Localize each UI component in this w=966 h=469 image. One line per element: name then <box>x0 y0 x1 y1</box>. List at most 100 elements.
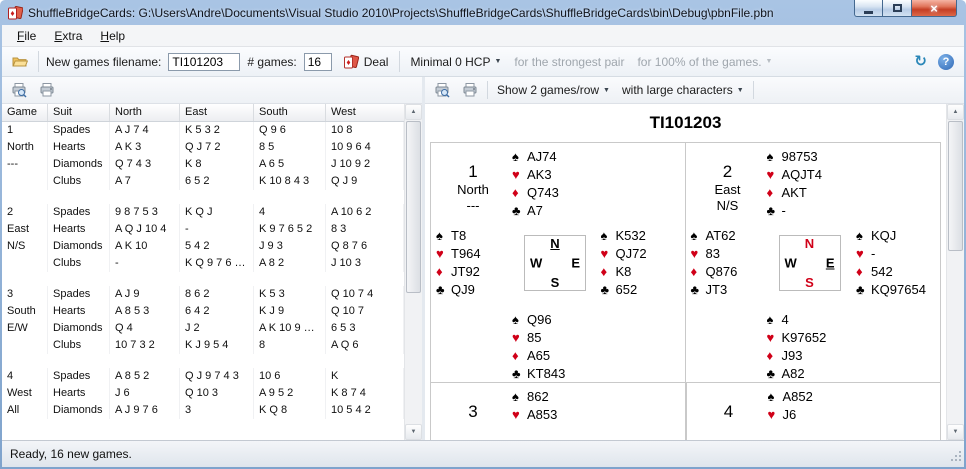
table-cell: 10 8 <box>326 122 404 139</box>
scrollbar-track[interactable] <box>405 120 422 424</box>
column-header-east[interactable]: East <box>180 104 254 121</box>
pair-dropdown-label: for the strongest pair <box>514 55 624 69</box>
spade-suit-icon: ♠ <box>691 227 706 245</box>
table-row[interactable]: AllDiamondsA J 9 7 63K Q 810 5 4 2 <box>2 402 404 419</box>
menu-help[interactable]: Help <box>91 27 134 45</box>
table-row[interactable]: ---DiamondsQ 7 4 3K 8A 6 5J 10 9 2 <box>2 156 404 173</box>
table-cell: North <box>2 139 48 156</box>
deal-button[interactable]: Deal <box>339 51 393 73</box>
column-header-west[interactable]: West <box>326 104 404 121</box>
table-cell: Hearts <box>48 221 110 238</box>
diamond-suit-icon: ♦ <box>767 184 782 202</box>
menu-extra[interactable]: Extra <box>45 27 91 45</box>
table-cell: J 10 9 2 <box>326 156 404 173</box>
open-file-button[interactable] <box>9 52 31 72</box>
toolbar-separator <box>487 81 488 99</box>
diamond-cards: AKT <box>782 185 807 200</box>
table-cell: A 6 5 <box>254 156 326 173</box>
compass-north: N <box>805 236 814 251</box>
club-cards: JT3 <box>706 282 728 297</box>
scrollbar-track[interactable] <box>947 120 964 424</box>
scroll-up-icon[interactable]: ▲ <box>405 104 422 120</box>
column-header-north[interactable]: North <box>110 104 180 121</box>
help-button[interactable]: ? <box>938 54 954 70</box>
table-cell: A 8 5 2 <box>110 368 180 385</box>
game-info: 4 <box>690 385 768 440</box>
print-button[interactable] <box>36 80 58 100</box>
status-bar: Ready, 16 new games. <box>2 440 964 467</box>
table-cell: West <box>2 385 48 402</box>
table-row[interactable]: N/SDiamondsA K 105 4 2J 9 3Q 8 7 6 <box>2 238 404 255</box>
north-hand: ♠AJ74 ♥AK3 ♦Q743 ♣A7 <box>512 145 601 223</box>
table-row[interactable]: 1SpadesA J 7 4K 5 3 2Q 9 610 8 <box>2 122 404 139</box>
app-icon <box>7 5 23 21</box>
scrollbar-thumb[interactable] <box>406 121 421 293</box>
spade-cards: Q96 <box>527 312 552 327</box>
table-row[interactable]: WestHeartsJ 6Q 10 3A 9 5 2K 8 7 4 <box>2 385 404 402</box>
spade-cards: 98753 <box>782 149 818 164</box>
menu-bar: File Extra Help <box>2 25 964 47</box>
game-info: 3 <box>434 385 512 440</box>
table-cell: A 10 6 2 <box>326 204 404 221</box>
close-button[interactable]: × <box>912 0 957 17</box>
help-icon: ? <box>943 56 950 68</box>
maximize-button[interactable] <box>883 0 912 17</box>
menu-file[interactable]: File <box>8 27 45 45</box>
table-row[interactable]: SouthHeartsA 8 5 36 4 2K J 9Q 10 7 <box>2 303 404 320</box>
table-row[interactable]: 4SpadesA 8 5 2Q J 9 7 4 310 6K <box>2 368 404 385</box>
table-row[interactable]: E/WDiamondsQ 4J 2A K 10 9 …6 5 3 <box>2 320 404 337</box>
column-header-suit[interactable]: Suit <box>48 104 110 121</box>
min-hcp-dropdown[interactable]: Minimal 0 HCP ▼ <box>407 52 504 72</box>
scrollbar-thumb[interactable] <box>948 121 963 251</box>
table-cell: South <box>2 303 48 320</box>
club-suit-icon: ♣ <box>436 281 451 299</box>
games-count-input[interactable] <box>304 53 332 71</box>
diamond-suit-icon: ♦ <box>512 347 527 365</box>
table-row[interactable]: NorthHeartsA K 3Q J 7 28 510 9 6 4 <box>2 139 404 156</box>
print-button[interactable] <box>459 80 481 100</box>
west-hand: ♠T8 ♥T964 ♦JT92 ♣QJ9 <box>434 227 512 299</box>
table-row[interactable]: ClubsA 76 5 2K 10 8 4 3Q J 9 <box>2 173 404 190</box>
minimize-button[interactable] <box>854 0 883 17</box>
heart-suit-icon: ♥ <box>601 245 616 263</box>
print-preview-button[interactable] <box>8 80 30 100</box>
spade-suit-icon: ♠ <box>856 227 871 245</box>
heart-cards: QJ72 <box>616 246 647 261</box>
spade-suit-icon: ♠ <box>767 311 782 329</box>
column-header-game[interactable]: Game <box>2 104 48 121</box>
games-per-row-dropdown[interactable]: Show 2 games/row ▼ <box>494 80 613 100</box>
deal-button-label: Deal <box>364 55 389 69</box>
table-row[interactable]: 2Spades9 8 7 5 3K Q J4A 10 6 2 <box>2 204 404 221</box>
table-header: Game Suit North East South West <box>2 104 404 122</box>
spade-cards: K532 <box>616 228 646 243</box>
resize-grip[interactable] <box>949 449 962 465</box>
column-header-south[interactable]: South <box>254 104 326 121</box>
refresh-button[interactable]: ↻ <box>914 54 927 69</box>
table-row[interactable]: Clubs10 7 3 2K J 9 5 48A Q 6 <box>2 337 404 354</box>
heart-cards: K97652 <box>782 330 827 345</box>
scroll-up-icon[interactable]: ▲ <box>947 104 964 120</box>
print-preview-button[interactable] <box>431 80 453 100</box>
large-characters-dropdown[interactable]: with large characters ▼ <box>619 80 747 100</box>
spade-cards: KQJ <box>871 228 896 243</box>
preview-scrollbar[interactable]: ▲ ▼ <box>946 104 964 440</box>
filename-input[interactable] <box>168 53 240 71</box>
toolbar-separator <box>399 51 400 72</box>
diamond-cards: K8 <box>616 264 632 279</box>
table-cell <box>2 337 48 354</box>
scroll-down-icon[interactable]: ▼ <box>405 424 422 440</box>
games-grid: 1 North --- ♠AJ74 ♥AK3 ♦Q743 ♣A7 <box>430 142 941 440</box>
table-row[interactable]: Clubs-K Q 9 7 6 …A 8 2J 10 3 <box>2 255 404 272</box>
title-bar: ShuffleBridgeCards: G:\Users\Andre\Docum… <box>2 0 964 25</box>
table-cell: Q J 7 2 <box>180 139 254 156</box>
table-row[interactable]: 3SpadesA J 98 6 2K 5 3Q 10 7 4 <box>2 286 404 303</box>
diamond-cards: A65 <box>527 348 550 363</box>
deals-table: Game Suit North East South West 1SpadesA… <box>2 104 404 440</box>
table-row[interactable]: EastHeartsA Q J 10 4-K 9 7 6 5 28 3 <box>2 221 404 238</box>
scroll-down-icon[interactable]: ▼ <box>947 424 964 440</box>
heart-cards: J6 <box>783 407 797 422</box>
table-cell: 6 4 2 <box>180 303 254 320</box>
game-dealer: North <box>434 182 512 198</box>
heart-suit-icon: ♥ <box>512 406 527 424</box>
table-scrollbar[interactable]: ▲ ▼ <box>404 104 422 440</box>
